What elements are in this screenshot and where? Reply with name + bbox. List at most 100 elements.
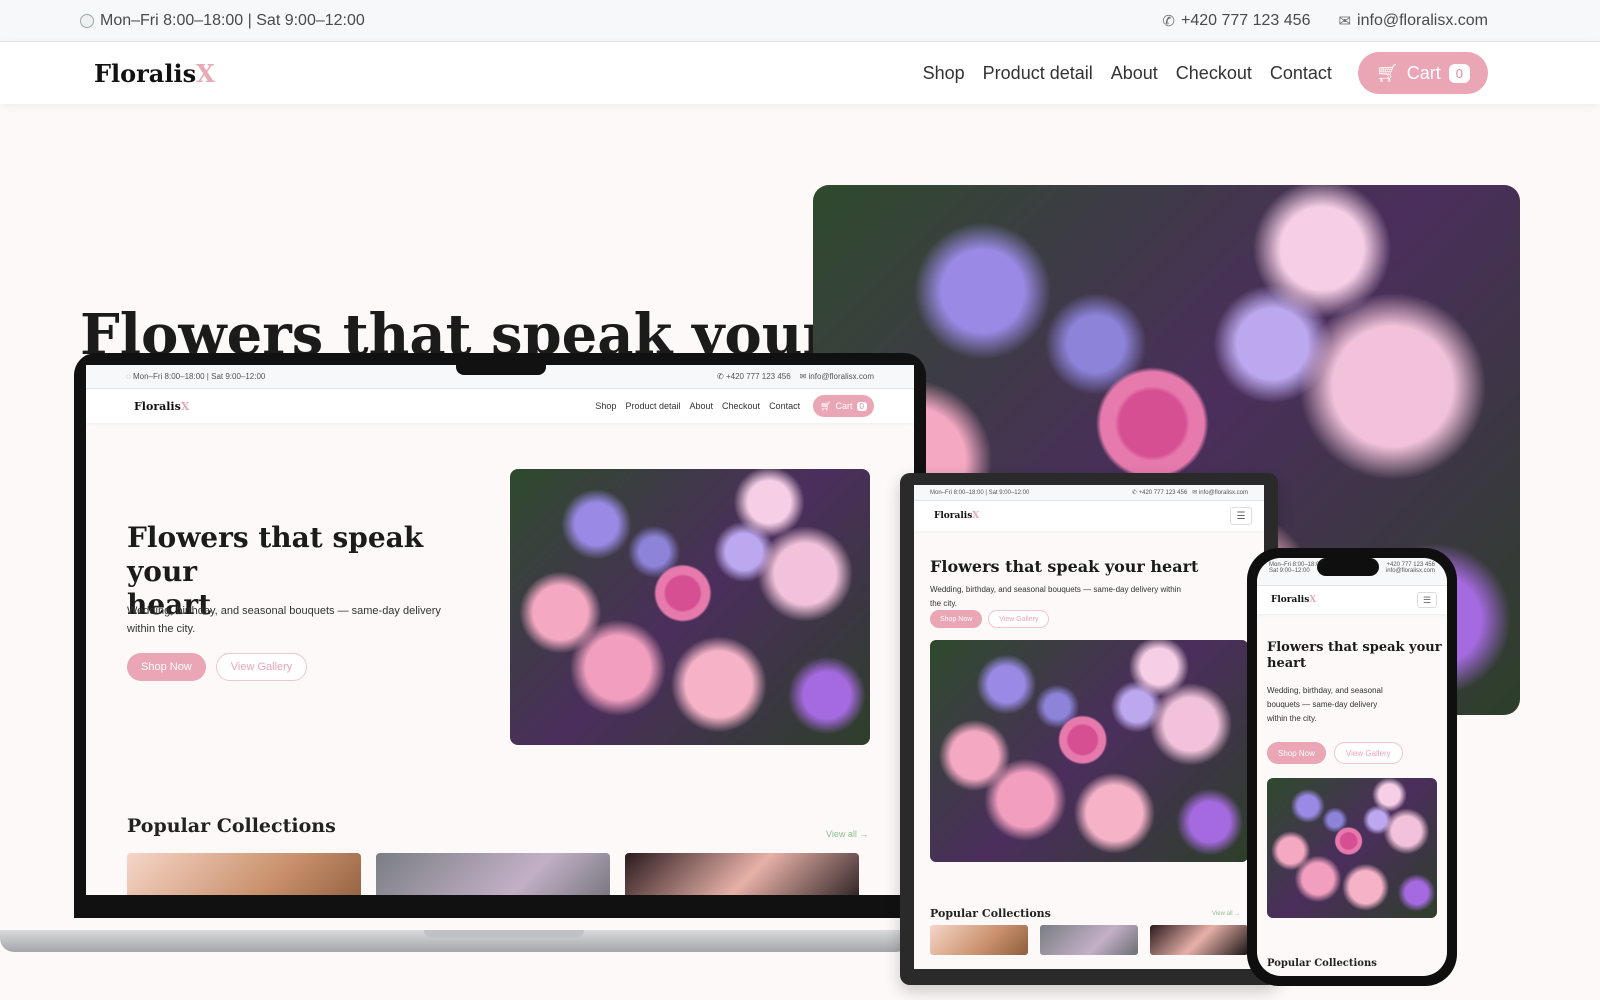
phone-shop-now: Shop Now xyxy=(1267,742,1326,764)
phone-screen: Mon–Fri 8:00–18:00 Sat 9:00–12:00 +420 77… xyxy=(1257,558,1447,976)
tablet-view-gallery: View Gallery xyxy=(988,610,1050,628)
phone-view-gallery: View Gallery xyxy=(1333,742,1403,764)
laptop-nav-shop: Shop xyxy=(595,401,617,411)
laptop-hours-text: Mon–Fri 8:00–18:00 | Sat 9:00–12:00 xyxy=(132,372,266,381)
tablet-mockup: Mon–Fri 8:00–18:00 | Sat 9:00–12:00 ✆ +4… xyxy=(900,473,1278,985)
laptop-camera-notch xyxy=(456,359,546,375)
cart-icon: 🛒︎ xyxy=(1375,62,1399,83)
laptop-screen: ◌ Mon–Fri 8:00–18:00 | Sat 9:00–12:00 ✆ … xyxy=(86,365,914,895)
nav-contact[interactable]: Contact xyxy=(1270,63,1332,84)
laptop-nav-contact: Contact xyxy=(769,401,801,411)
tablet-hero-image xyxy=(930,640,1248,862)
laptop-collection-thumb-3 xyxy=(625,853,859,895)
tablet-hours: Mon–Fri 8:00–18:00 | Sat 9:00–12:00 xyxy=(930,489,1030,496)
laptop-contacts: ✆ +420 777 123 456 ✉ info@floralisx.com xyxy=(717,372,874,381)
laptop-collection-thumb-2 xyxy=(376,853,610,895)
clock-icon xyxy=(80,13,94,28)
tablet-shop-now: Shop Now xyxy=(930,610,983,628)
phone-icon: ✆ xyxy=(1162,12,1175,30)
phone-navbar: FloralisX ☰ xyxy=(1257,586,1447,614)
tablet-sub-l2: the city. xyxy=(930,598,957,608)
phone-collections-title: Popular Collections xyxy=(1267,958,1377,969)
tablet-topbar: Mon–Fri 8:00–18:00 | Sat 9:00–12:00 ✆ +4… xyxy=(914,485,1264,501)
tablet-email: info@floralisx.com xyxy=(1198,490,1248,496)
laptop-brand-name: Floralis xyxy=(134,399,181,413)
laptop-brand-accent: X xyxy=(180,399,190,413)
laptop-hero-subtitle: Wedding, birthday, and seasonal bouquets… xyxy=(127,603,487,638)
tablet-screen: Mon–Fri 8:00–18:00 | Sat 9:00–12:00 ✆ +4… xyxy=(914,485,1264,969)
phone-hours: Mon–Fri 8:00–18:00 Sat 9:00–12:00 xyxy=(1269,562,1323,574)
tablet-brand-accent: X xyxy=(972,511,980,521)
cart-button[interactable]: 🛒︎ Cart 0 xyxy=(1357,52,1488,94)
phone-brand-accent: X xyxy=(1309,595,1317,605)
laptop-shop-now: Shop Now xyxy=(127,653,206,681)
nav-shop[interactable]: Shop xyxy=(923,63,965,84)
phone-hero-image xyxy=(1267,778,1437,918)
email-text[interactable]: info@floralisx.com xyxy=(1357,12,1488,30)
tablet-brand-name: Floralis xyxy=(934,511,973,521)
laptop-sub-l1: Wedding, birthday, and seasonal bouquets… xyxy=(127,605,441,617)
nav-about[interactable]: About xyxy=(1111,63,1158,84)
phone-mockup: Mon–Fri 8:00–18:00 Sat 9:00–12:00 +420 77… xyxy=(1247,548,1457,986)
phone-title-l2: heart xyxy=(1267,655,1306,671)
hero-title: Flowers that speak your xyxy=(80,302,832,356)
phone-brand: FloralisX xyxy=(1271,595,1316,605)
laptop-sub-l2: within the city. xyxy=(127,622,196,635)
laptop-lid-groove xyxy=(424,930,584,938)
phone-email: info@floralisx.com xyxy=(1385,568,1435,574)
laptop-cart-label: Cart xyxy=(835,401,853,411)
phone-menu-icon: ☰ xyxy=(1417,592,1437,608)
hours-text: Mon–Fri 8:00–18:00 | Sat 9:00–12:00 xyxy=(100,11,365,29)
laptop-collection-thumb-1 xyxy=(127,853,361,895)
top-info-bar: Mon–Fri 8:00–18:00 | Sat 9:00–12:00 ✆ +4… xyxy=(0,0,1600,42)
cart-label: Cart xyxy=(1406,62,1441,83)
tablet-sub-l1: Wedding, birthday, and seasonal bouquets… xyxy=(930,585,1181,594)
phone-hero-buttons: Shop Now View Gallery xyxy=(1267,742,1403,764)
phone-hero-title: Flowers that speak your heart xyxy=(1267,640,1442,671)
laptop-nav-checkout: Checkout xyxy=(722,401,761,411)
tablet-hero-subtitle: Wedding, birthday, and seasonal bouquets… xyxy=(930,583,1230,610)
laptop-cart-button: 🛒︎ Cart 0 xyxy=(813,395,874,417)
phone-hero-subtitle: Wedding, birthday, and seasonal bouquets… xyxy=(1267,684,1447,726)
phone-text[interactable]: +420 777 123 456 xyxy=(1181,12,1310,30)
tablet-contacts: ✆ +420 777 123 456 ✉ info@floralisx.com xyxy=(1131,490,1248,496)
laptop-mockup: ◌ Mon–Fri 8:00–18:00 | Sat 9:00–12:00 ✆ … xyxy=(74,353,926,918)
laptop-nav-links: Shop Product detail About Checkout Conta… xyxy=(595,395,874,417)
tablet-brand: FloralisX xyxy=(934,511,979,521)
phone-sub-l3: within the city. xyxy=(1267,714,1317,723)
tablet-hero-buttons: Shop Now View Gallery xyxy=(930,610,1050,628)
tablet-hero-title: Flowers that speak your heart xyxy=(930,557,1199,576)
tablet-collection-thumb-2 xyxy=(1040,925,1138,955)
phone-title-l1: Flowers that speak your xyxy=(1267,640,1442,655)
nav-product-detail[interactable]: Product detail xyxy=(983,63,1093,84)
email-contact[interactable]: ✉ info@floralisx.com xyxy=(1338,12,1488,30)
phone-contact[interactable]: ✆ +420 777 123 456 xyxy=(1162,12,1310,30)
brand-logo[interactable]: FloralisX xyxy=(94,59,215,88)
laptop-view-all: View all → xyxy=(826,829,869,839)
phone-contacts: +420 777 123 456 info@floralisx.com xyxy=(1386,562,1435,574)
laptop-navbar: FloralisX Shop Product detail About Chec… xyxy=(86,389,914,423)
tablet-collection-thumb-3 xyxy=(1150,925,1248,955)
laptop-collections-title: Popular Collections xyxy=(127,815,336,837)
laptop-hero-buttons: Shop Now View Gallery xyxy=(127,653,308,681)
tablet-menu-icon: ☰ xyxy=(1230,507,1252,525)
phone-hours-l2: Sat 9:00–12:00 xyxy=(1269,568,1310,574)
phone-sub-l2: bouquets — same-day delivery xyxy=(1267,700,1378,709)
laptop-brand: FloralisX xyxy=(134,400,189,413)
tablet-navbar: FloralisX ☰ xyxy=(914,501,1264,531)
laptop-cart-badge: 0 xyxy=(856,401,867,411)
tablet-phone: +420 777 123 456 xyxy=(1138,490,1188,496)
nav-links: Shop Product detail About Checkout Conta… xyxy=(923,52,1488,94)
laptop-hours: ◌ Mon–Fri 8:00–18:00 | Sat 9:00–12:00 xyxy=(126,372,266,381)
hours-info: Mon–Fri 8:00–18:00 | Sat 9:00–12:00 xyxy=(80,12,365,30)
brand-accent: X xyxy=(196,58,215,88)
laptop-phone: +420 777 123 456 xyxy=(725,372,791,381)
tablet-collections-title: Popular Collections xyxy=(930,907,1051,920)
laptop-email: info@floralisx.com xyxy=(808,372,874,381)
laptop-title-l1: Flowers that speak your xyxy=(127,521,424,588)
tablet-collection-thumb-1 xyxy=(930,925,1028,955)
nav-checkout[interactable]: Checkout xyxy=(1176,63,1252,84)
tablet-view-all: View all → xyxy=(1212,911,1241,917)
phone-dynamic-island xyxy=(1317,558,1379,576)
cart-count-badge: 0 xyxy=(1448,63,1470,83)
